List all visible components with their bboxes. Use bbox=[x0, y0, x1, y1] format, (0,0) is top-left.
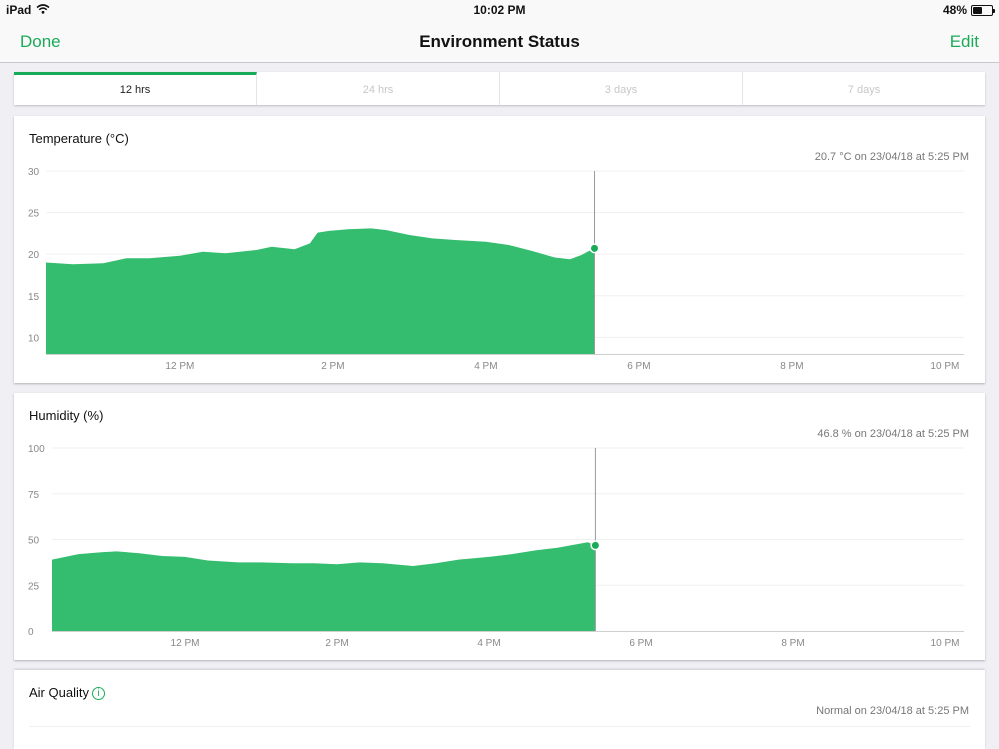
air-quality-card: Air Quality i Normal on 23/04/18 at 5:25 … bbox=[14, 670, 985, 749]
y-tick-label: 25 bbox=[28, 581, 40, 592]
x-tick-label: 4 PM bbox=[477, 638, 500, 649]
info-icon[interactable]: i bbox=[91, 687, 105, 700]
x-tick-label: 6 PM bbox=[627, 361, 650, 372]
x-tick-label: 8 PM bbox=[780, 361, 803, 372]
series-area bbox=[52, 542, 596, 631]
x-tick-label: 8 PM bbox=[781, 638, 804, 649]
air-quality-reading: Normal on 23/04/18 at 5:25 PM bbox=[816, 705, 969, 717]
x-tick-label: 2 PM bbox=[321, 361, 344, 372]
humidity-reading: 46.8 % on 23/04/18 at 5:25 PM bbox=[817, 428, 969, 440]
humidity-title: Humidity (%) bbox=[29, 408, 104, 423]
x-tick-label: 12 PM bbox=[165, 361, 194, 372]
time-range-selector: 12 hrs 24 hrs 3 days 7 days bbox=[14, 72, 985, 105]
x-tick-label: 2 PM bbox=[325, 638, 348, 649]
tab-24-hrs[interactable]: 24 hrs bbox=[257, 72, 500, 105]
series-area bbox=[46, 228, 595, 354]
x-tick-label: 12 PM bbox=[171, 638, 200, 649]
x-tick-label: 6 PM bbox=[629, 638, 652, 649]
y-tick-label: 15 bbox=[28, 292, 40, 303]
tab-12-hrs[interactable]: 12 hrs bbox=[14, 72, 257, 105]
humidity-card: 0 25 50 75 100 12 PM 2 PM 4 PM 6 PM 8 PM 10 PM Hum… bbox=[14, 393, 985, 660]
y-tick-label: 0 bbox=[28, 627, 34, 638]
y-tick-label: 50 bbox=[28, 536, 40, 547]
battery-percent: 48% bbox=[942, 3, 967, 17]
page-title: Environment Status bbox=[419, 32, 580, 51]
battery-icon bbox=[971, 4, 995, 16]
y-tick-label: 10 bbox=[28, 333, 40, 344]
temperature-card: 10 15 20 25 30 12 PM 2 PM 4 PM 6 PM 8 PM 10 PM Tem… bbox=[14, 116, 985, 383]
air-quality-label: Air Quality bbox=[29, 685, 89, 700]
air-quality-gridline bbox=[29, 726, 970, 727]
status-time: 10:02 PM bbox=[473, 3, 526, 17]
cursor-point bbox=[591, 541, 599, 549]
temperature-title: Temperature (°C) bbox=[29, 131, 129, 146]
x-tick-label: 10 PM bbox=[931, 638, 960, 649]
y-tick-label: 20 bbox=[28, 250, 40, 261]
x-tick-label: 10 PM bbox=[930, 361, 959, 372]
status-right: 48% bbox=[942, 3, 995, 17]
air-quality-title: Air Quality i bbox=[29, 685, 105, 700]
y-tick-label: 25 bbox=[28, 209, 40, 220]
edit-button[interactable]: Edit bbox=[950, 32, 979, 52]
y-tick-label: 75 bbox=[28, 490, 40, 501]
x-tick-label: 4 PM bbox=[474, 361, 497, 372]
y-tick-label: 100 bbox=[28, 444, 45, 455]
tab-3-days[interactable]: 3 days bbox=[500, 72, 743, 105]
cursor-point bbox=[591, 244, 599, 252]
tab-7-days[interactable]: 7 days bbox=[743, 72, 985, 105]
y-tick-label: 30 bbox=[28, 167, 40, 178]
status-bar: iPad 10:02 PM 48% bbox=[0, 0, 999, 20]
temperature-reading: 20.7 °C on 23/04/18 at 5:25 PM bbox=[814, 151, 969, 163]
navigation-bar: Done Environment Status Edit bbox=[0, 20, 999, 63]
